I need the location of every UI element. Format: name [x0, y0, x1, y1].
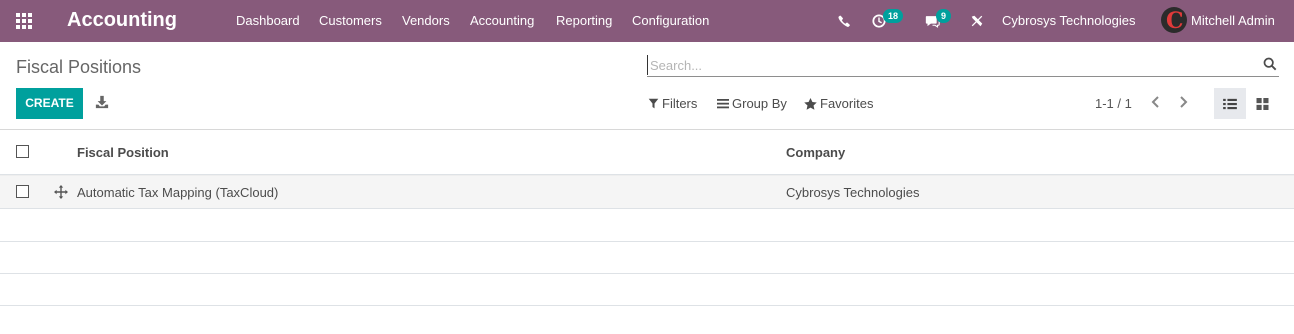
favorites-label: Favorites: [820, 96, 874, 111]
table-row[interactable]: Automatic Tax Mapping (TaxCloud) Cybrosy…: [0, 176, 1294, 209]
cell-fiscal-position: Automatic Tax Mapping (TaxCloud): [77, 185, 279, 200]
search-input[interactable]: [647, 55, 1247, 75]
list-view-icon: [1223, 98, 1237, 109]
table-header: Fiscal Position Company: [0, 130, 1294, 175]
create-button[interactable]: CREATE: [16, 88, 83, 119]
menu-configuration[interactable]: Configuration: [632, 13, 709, 28]
search-bar: [647, 53, 1279, 77]
row-checkbox[interactable]: [16, 185, 29, 198]
menu-accounting[interactable]: Accounting: [470, 13, 534, 28]
cell-company: Cybrosys Technologies: [786, 185, 920, 200]
menu-reporting[interactable]: Reporting: [556, 13, 612, 28]
column-header-fiscal-position[interactable]: Fiscal Position: [77, 145, 169, 160]
search-icon[interactable]: [1263, 57, 1277, 71]
pager-previous-icon[interactable]: [1150, 95, 1162, 109]
kanban-view-button[interactable]: [1246, 88, 1278, 119]
favorites-star-icon: [804, 97, 817, 110]
company-switcher[interactable]: Cybrosys Technologies: [1002, 13, 1135, 28]
page-title: Fiscal Positions: [16, 57, 142, 77]
filters-label: Filters: [662, 96, 698, 111]
user-avatar[interactable]: C: [1161, 7, 1187, 33]
messages-count-badge: 9: [936, 9, 952, 23]
list-view-button[interactable]: [1214, 88, 1246, 119]
menu-dashboard[interactable]: Dashboard: [236, 13, 300, 28]
filters-button[interactable]: Filters: [648, 96, 697, 111]
apps-menu-icon[interactable]: [16, 13, 34, 29]
column-header-company[interactable]: Company: [786, 145, 845, 160]
activities-count-badge: 18: [883, 9, 904, 23]
top-navbar: Accounting Dashboard Customers Vendors A…: [0, 0, 1294, 42]
activities-clock-icon[interactable]: [872, 0, 886, 42]
empty-row: [0, 241, 1294, 274]
select-all-checkbox[interactable]: [16, 145, 29, 158]
empty-row: [0, 209, 1294, 242]
group-by-label: Group By: [732, 96, 787, 111]
app-title[interactable]: Accounting: [67, 9, 177, 32]
group-by-button[interactable]: Group By: [717, 96, 787, 111]
empty-row: [0, 273, 1294, 306]
menu-customers[interactable]: Customers: [319, 13, 382, 28]
filter-funnel-icon: [648, 98, 659, 109]
group-by-bars-icon: [717, 99, 729, 109]
favorites-button[interactable]: Favorites: [804, 96, 873, 111]
phone-icon[interactable]: [838, 0, 851, 42]
debug-tools-icon[interactable]: [970, 0, 984, 42]
empty-row: [0, 306, 1294, 334]
export-download-icon[interactable]: [95, 95, 109, 109]
menu-vendors[interactable]: Vendors: [402, 13, 450, 28]
pager-value[interactable]: 1-1 / 1: [1095, 96, 1132, 111]
pager-next-icon[interactable]: [1177, 95, 1189, 109]
user-menu[interactable]: Mitchell Admin: [1191, 13, 1275, 28]
kanban-view-icon: [1256, 97, 1268, 110]
drag-handle-icon[interactable]: [54, 185, 68, 199]
